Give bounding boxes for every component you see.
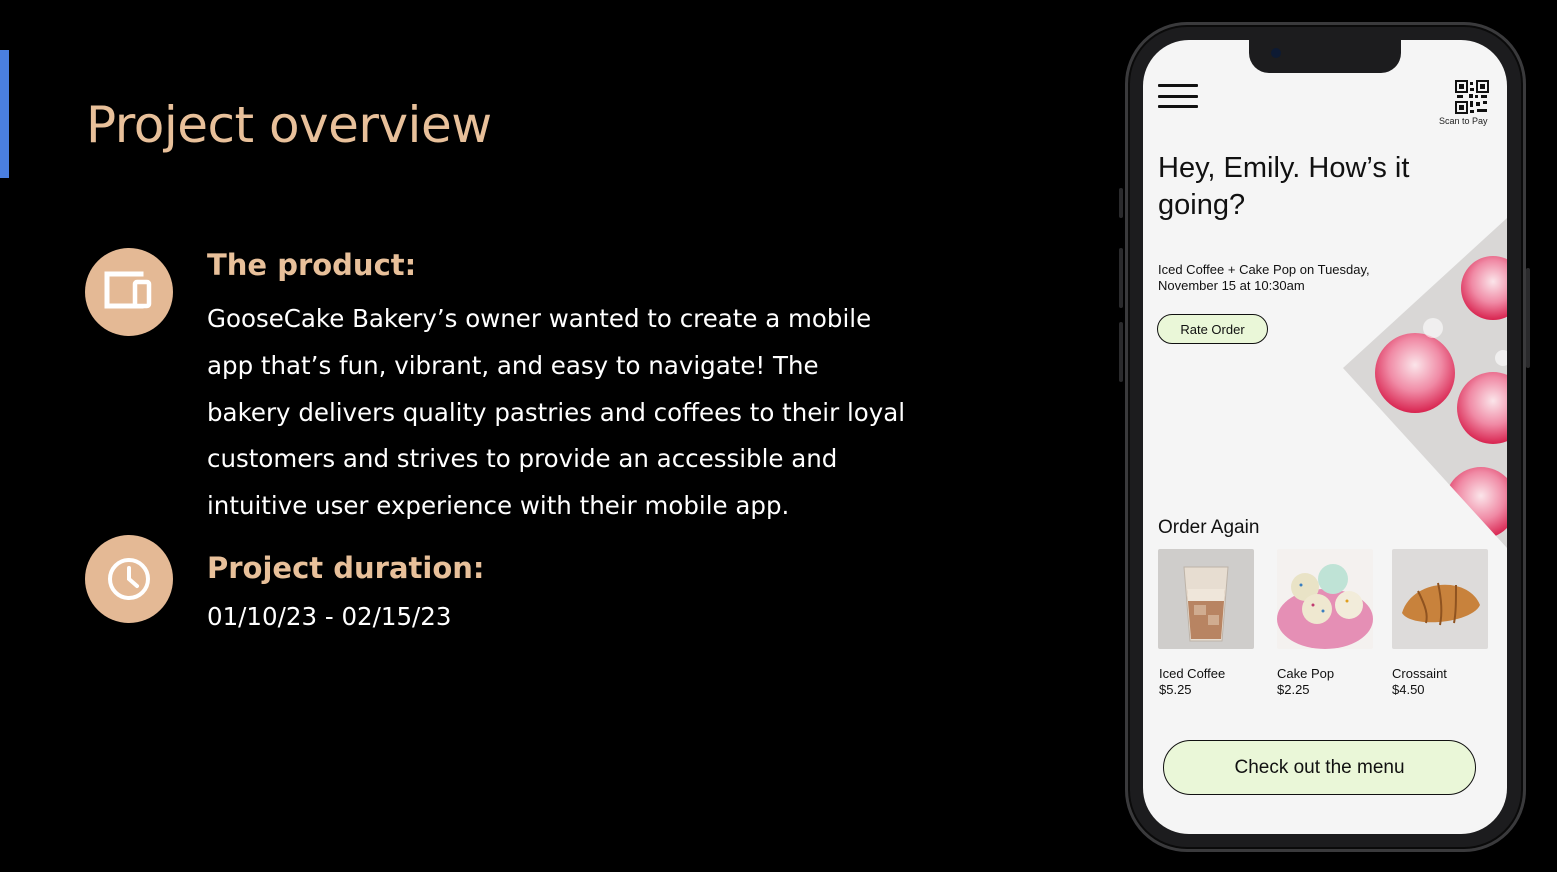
scan-to-pay-label: Scan to Pay bbox=[1439, 116, 1488, 126]
item-name: Iced Coffee bbox=[1159, 666, 1226, 681]
product-description: GooseCake Bakery’s owner wanted to creat… bbox=[207, 304, 906, 521]
item-price: $4.50 bbox=[1392, 682, 1425, 697]
item-price: $2.25 bbox=[1277, 682, 1310, 697]
check-out-menu-button[interactable]: Check out the menu bbox=[1163, 740, 1476, 795]
duration-value: 01/10/23 - 02/15/23 bbox=[207, 602, 452, 631]
phone-volume-up bbox=[1119, 248, 1123, 308]
hamburger-menu-icon[interactable] bbox=[1158, 84, 1198, 108]
cupcakes-hero-image bbox=[1343, 218, 1507, 548]
duration-heading: Project duration: bbox=[207, 551, 485, 585]
iced-coffee-image[interactable] bbox=[1158, 549, 1254, 649]
clock-icon bbox=[85, 535, 173, 623]
phone-power-button bbox=[1526, 268, 1530, 368]
rate-order-button[interactable]: Rate Order bbox=[1157, 314, 1268, 344]
item-name: Cake Pop bbox=[1277, 666, 1335, 681]
phone-volume-down bbox=[1119, 322, 1123, 382]
qr-code-icon[interactable] bbox=[1455, 80, 1489, 114]
cake-pop-image[interactable] bbox=[1277, 549, 1373, 649]
slide-title: Project overview bbox=[86, 96, 492, 154]
phone-screen: Scan to Pay Hey, Emily. How’s it going? … bbox=[1143, 40, 1507, 834]
camera-icon bbox=[1271, 48, 1281, 58]
croissant-image[interactable] bbox=[1392, 549, 1488, 649]
phone-mute-switch bbox=[1119, 188, 1123, 218]
order-again-heading: Order Again bbox=[1158, 517, 1260, 538]
devices-icon bbox=[85, 248, 173, 336]
phone-notch bbox=[1249, 40, 1401, 73]
product-heading: The product: bbox=[207, 248, 417, 282]
accent-bar bbox=[0, 50, 9, 178]
item-name: Crossaint bbox=[1392, 666, 1447, 681]
greeting-heading: Hey, Emily. How’s it going? bbox=[1158, 152, 1410, 221]
item-price: $5.25 bbox=[1159, 682, 1192, 697]
